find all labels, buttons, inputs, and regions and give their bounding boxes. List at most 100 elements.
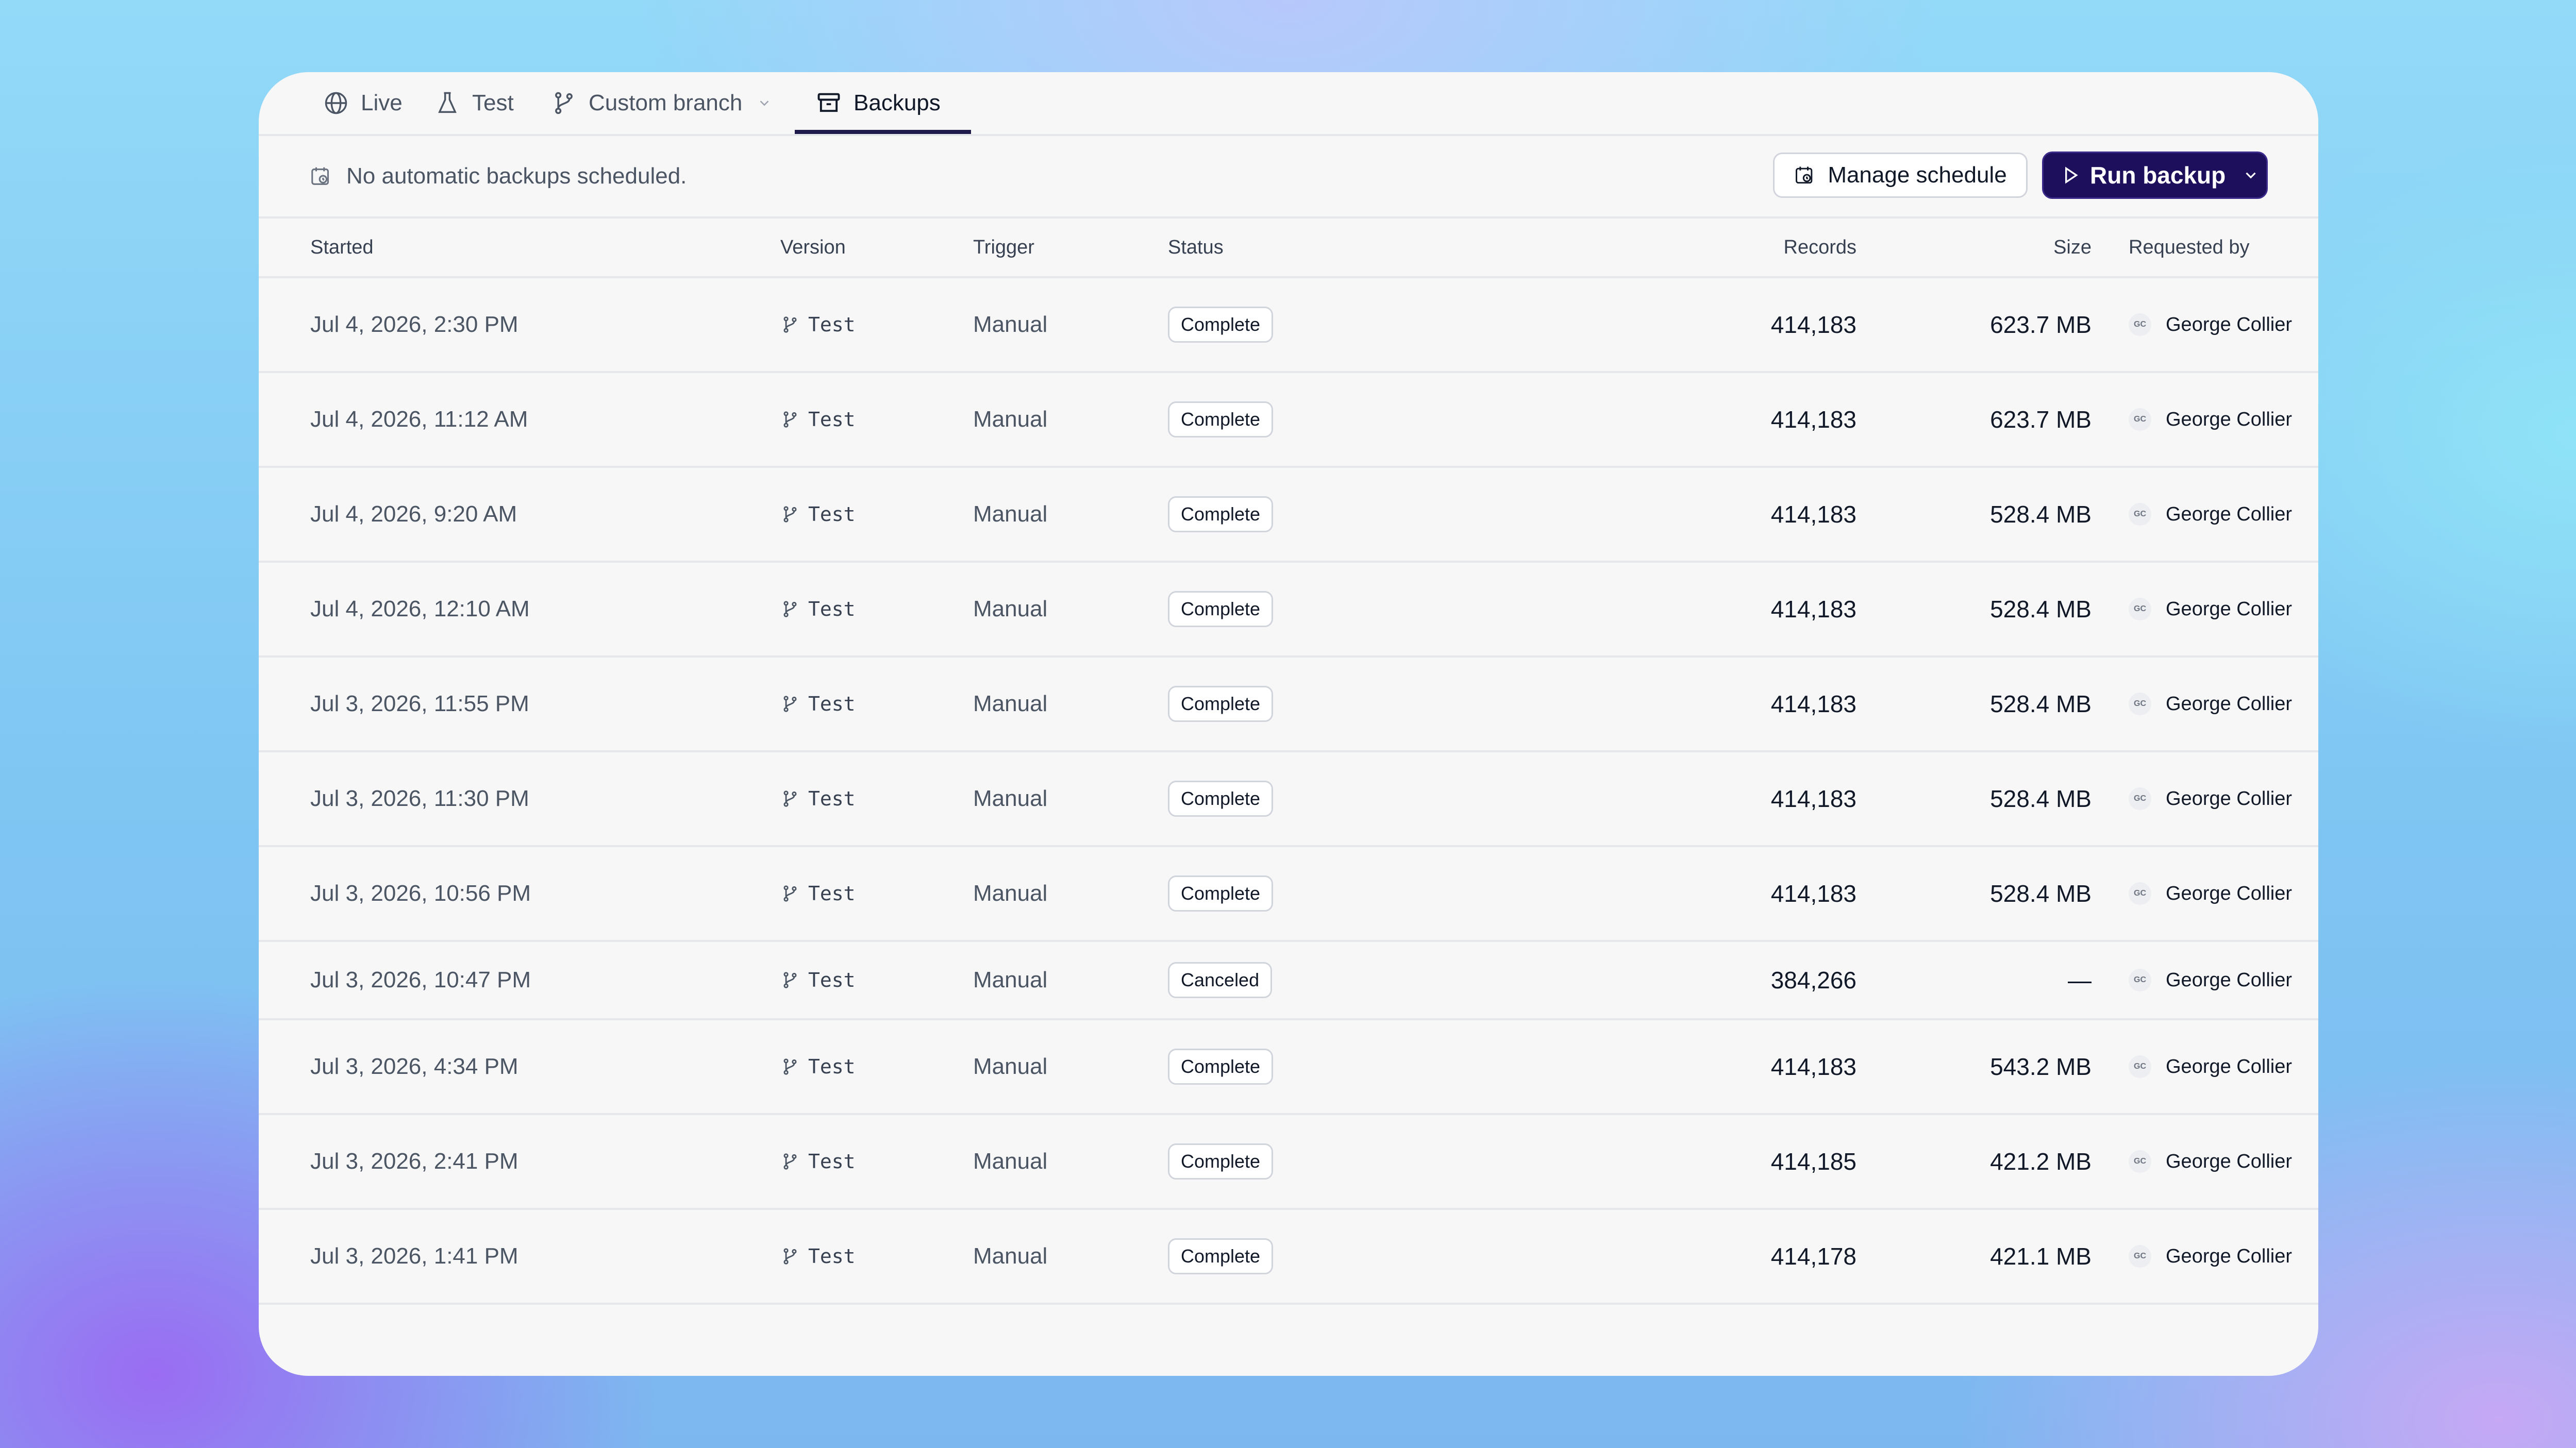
avatar: GC xyxy=(2129,1055,2151,1078)
size-cell: 421.1 MB xyxy=(1990,1243,2092,1270)
trigger-cell: Manual xyxy=(973,407,1048,432)
table-row[interactable]: Jul 4, 2026, 9:20 AM Test Manual Complet… xyxy=(259,468,2318,563)
size-cell: 528.4 MB xyxy=(1990,691,2092,717)
started-cell: Jul 3, 2026, 10:56 PM xyxy=(310,881,531,906)
table-row[interactable]: Jul 3, 2026, 11:55 PM Test Manual Comple… xyxy=(259,658,2318,752)
tab-live[interactable]: Live xyxy=(323,72,403,134)
version-label: Test xyxy=(808,787,856,810)
version-cell: Test xyxy=(780,563,856,655)
version-cell: Test xyxy=(780,658,856,750)
branch-icon xyxy=(783,885,797,902)
avatar: GC xyxy=(2129,408,2151,431)
version-label: Test xyxy=(808,598,856,620)
manage-schedule-button[interactable]: Manage schedule xyxy=(1773,153,2028,198)
trigger-cell: Manual xyxy=(973,596,1048,621)
status-cell: Complete xyxy=(1168,1020,1274,1113)
user-name: George Collier xyxy=(2166,1150,2292,1172)
tab-test[interactable]: Test xyxy=(434,72,514,134)
size-cell: 528.4 MB xyxy=(1990,501,2092,528)
user-name: George Collier xyxy=(2166,1245,2292,1267)
branch-icon xyxy=(783,972,797,988)
requested-by-cell: GC George Collier xyxy=(2129,1210,2292,1303)
branch-icon xyxy=(783,316,797,333)
tab-backups[interactable]: Backups xyxy=(815,72,941,134)
avatar: GC xyxy=(2129,693,2151,715)
status-badge: Complete xyxy=(1168,1238,1274,1274)
requested-by-cell: GC George Collier xyxy=(2129,278,2292,371)
table-row[interactable]: Jul 3, 2026, 1:41 PM Test Manual Complet… xyxy=(259,1210,2318,1305)
version-cell: Test xyxy=(780,847,856,940)
column-header-started[interactable]: Started xyxy=(310,218,374,276)
column-header-version[interactable]: Version xyxy=(780,218,846,276)
size-cell: 543.2 MB xyxy=(1990,1053,2092,1080)
started-cell: Jul 3, 2026, 11:30 PM xyxy=(310,786,529,811)
avatar: GC xyxy=(2129,1150,2151,1173)
tab-custom-branch[interactable]: Custom branch xyxy=(550,72,772,134)
started-cell: Jul 4, 2026, 12:10 AM xyxy=(310,596,530,621)
run-backup-button[interactable]: Run backup xyxy=(2042,151,2268,199)
flask-icon xyxy=(438,92,457,113)
version-cell: Test xyxy=(780,942,856,1018)
version-cell: Test xyxy=(780,278,856,371)
table-row[interactable]: Jul 3, 2026, 2:41 PM Test Manual Complet… xyxy=(259,1115,2318,1210)
status-cell: Complete xyxy=(1168,1115,1274,1208)
status-badge: Complete xyxy=(1168,307,1274,343)
requested-by-cell: GC George Collier xyxy=(2129,942,2292,1018)
version-cell: Test xyxy=(780,1210,856,1303)
status-badge: Complete xyxy=(1168,1143,1274,1180)
table-row[interactable]: Jul 3, 2026, 10:47 PM Test Manual Cancel… xyxy=(259,942,2318,1020)
avatar: GC xyxy=(2129,882,2151,905)
started-cell: Jul 3, 2026, 10:47 PM xyxy=(310,967,531,992)
branch-icon xyxy=(783,696,797,712)
user-name: George Collier xyxy=(2166,693,2292,715)
table-row[interactable]: Jul 3, 2026, 10:56 PM Test Manual Comple… xyxy=(259,847,2318,942)
tab-custom-branch-label: Custom branch xyxy=(589,90,743,115)
branch-icon xyxy=(783,506,797,523)
chevron-down-icon[interactable] xyxy=(2242,166,2260,184)
branch-icon xyxy=(783,1058,797,1075)
status-cell: Complete xyxy=(1168,563,1274,655)
user-name: George Collier xyxy=(2166,313,2292,335)
trigger-cell: Manual xyxy=(973,881,1048,906)
user-name: George Collier xyxy=(2166,1055,2292,1077)
size-cell: — xyxy=(2068,967,2092,994)
status-badge: Complete xyxy=(1168,591,1274,627)
started-cell: Jul 3, 2026, 2:41 PM xyxy=(310,1149,518,1174)
user-name: George Collier xyxy=(2166,408,2292,430)
active-tab-indicator xyxy=(795,130,971,134)
column-header-trigger[interactable]: Trigger xyxy=(973,218,1034,276)
status-badge: Complete xyxy=(1168,781,1274,817)
column-header-status[interactable]: Status xyxy=(1168,218,1224,276)
table-row[interactable]: Jul 3, 2026, 11:30 PM Test Manual Comple… xyxy=(259,752,2318,847)
column-header-requested-by[interactable]: Requested by xyxy=(2129,218,2250,276)
size-cell: 623.7 MB xyxy=(1990,311,2092,338)
table-row[interactable]: Jul 3, 2026, 4:34 PM Test Manual Complet… xyxy=(259,1020,2318,1115)
size-cell: 623.7 MB xyxy=(1990,406,2092,433)
version-label: Test xyxy=(808,503,856,526)
size-cell: 528.4 MB xyxy=(1990,880,2092,907)
version-label: Test xyxy=(808,1055,856,1078)
requested-by-cell: GC George Collier xyxy=(2129,658,2292,750)
status-cell: Complete xyxy=(1168,752,1274,845)
user-name: George Collier xyxy=(2166,882,2292,904)
version-label: Test xyxy=(808,882,856,905)
branch-icon xyxy=(783,790,797,807)
archive-icon xyxy=(817,93,840,112)
chevron-down-icon[interactable] xyxy=(757,95,772,111)
requested-by-cell: GC George Collier xyxy=(2129,752,2292,845)
column-header-size[interactable]: Size xyxy=(1784,218,2092,276)
trigger-cell: Manual xyxy=(973,1054,1048,1079)
status-badge: Complete xyxy=(1168,1049,1274,1085)
table-row[interactable]: Jul 4, 2026, 11:12 AM Test Manual Comple… xyxy=(259,373,2318,468)
version-label: Test xyxy=(808,1245,856,1268)
branch-icon xyxy=(783,411,797,428)
schedule-notice-text: No automatic backups scheduled. xyxy=(346,163,687,189)
tab-backups-label: Backups xyxy=(854,90,941,115)
run-backup-label: Run backup xyxy=(2090,162,2226,189)
requested-by-cell: GC George Collier xyxy=(2129,1020,2292,1113)
status-cell: Canceled xyxy=(1168,942,1273,1018)
requested-by-cell: GC George Collier xyxy=(2129,563,2292,655)
table-row[interactable]: Jul 4, 2026, 2:30 PM Test Manual Complet… xyxy=(259,278,2318,373)
table-row[interactable]: Jul 4, 2026, 12:10 AM Test Manual Comple… xyxy=(259,563,2318,658)
user-name: George Collier xyxy=(2166,969,2292,991)
